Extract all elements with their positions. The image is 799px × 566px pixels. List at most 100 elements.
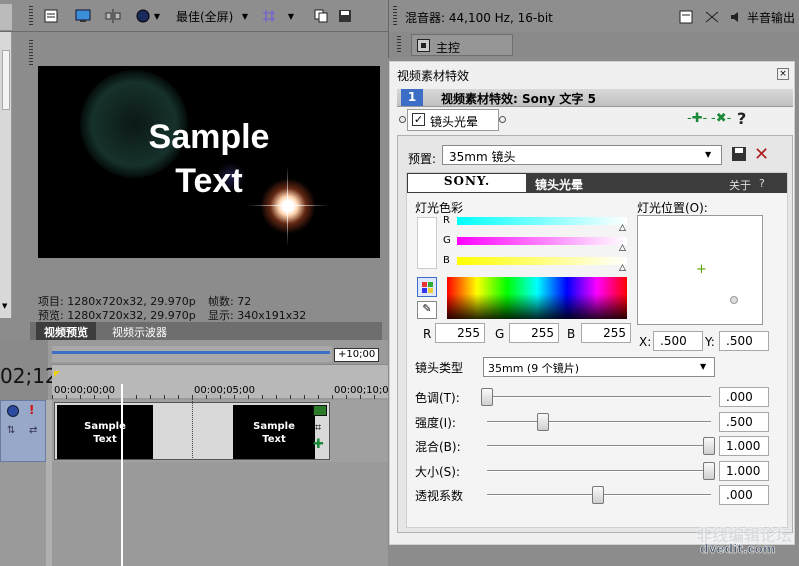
y-value-field[interactable]: .500 <box>719 331 769 351</box>
x-label: X: <box>639 335 652 349</box>
preview-info: 项目: 1280x720x32, 29.970p 帧数: 72 预览: 1280… <box>30 292 382 322</box>
slider-marker[interactable]: △ <box>619 223 626 233</box>
slider-thumb[interactable] <box>592 486 604 504</box>
plugin-chain-icon[interactable]: -✚- <box>687 111 707 126</box>
preview-tabbar: 视频预览 视频示波器 <box>30 322 382 340</box>
overlays-icon[interactable] <box>134 7 152 25</box>
time-ruler[interactable]: 00:00;00;00 00:00;05;00 00:00;10;0 <box>52 364 389 399</box>
plugin-enable-checkbox[interactable]: ✓ <box>412 113 425 126</box>
param-slider-size[interactable] <box>487 469 711 472</box>
g-label: G <box>495 327 505 341</box>
param-value-blend[interactable]: 1.000 <box>719 436 769 456</box>
g-value-field[interactable]: 255 <box>509 323 559 343</box>
video-preview: Sample Text <box>38 66 380 258</box>
lens-type-dropdown[interactable]: 35mm (9 个镜片) ▼ <box>483 357 715 377</box>
help-icon[interactable]: ? <box>737 109 746 128</box>
chevron-down-icon[interactable]: ▼ <box>286 7 296 25</box>
plugin-tab-lens-flare[interactable]: ✓ 镜头光晕 <box>407 109 499 131</box>
param-slider-blend[interactable] <box>487 445 711 447</box>
remove-plugin-icon[interactable]: -✖- <box>711 111 731 126</box>
fx-chain-header: 1 视频素材特效: Sony 文字 5 <box>397 89 793 107</box>
param-value-hue[interactable]: .000 <box>719 387 769 407</box>
red-channel-bar[interactable] <box>457 217 627 225</box>
slider-marker[interactable]: △ <box>619 243 626 253</box>
param-label-intensity: 强度(I): <box>415 415 456 430</box>
watermark-logo: 非线编辑论坛 dvedit.com <box>695 526 793 557</box>
param-value-size[interactable]: 1.000 <box>719 460 769 481</box>
chevron-down-icon[interactable]: ▼ <box>152 7 162 25</box>
loop-region-bar[interactable] <box>52 346 332 362</box>
chain-title: 视频素材特效: Sony 文字 5 <box>441 92 596 106</box>
chevron-down-icon[interactable]: ▼ <box>240 7 250 25</box>
event-fx-icon[interactable] <box>313 405 327 416</box>
lens-flare-panel: SONY. 镜头光晕 关于 ? 灯光色彩 灯光位置(O): R △ G △ B … <box>406 172 788 528</box>
preset-dropdown[interactable]: 35mm 镜头 ▼ <box>442 145 722 165</box>
param-slider-intensity[interactable] <box>487 420 711 423</box>
eyedropper-icon[interactable]: ✎ <box>417 301 437 319</box>
green-channel-bar[interactable] <box>457 237 627 245</box>
slider-thumb[interactable] <box>481 388 493 406</box>
preset-label: 预置: <box>408 152 437 166</box>
about-link[interactable]: 关于 <box>729 177 751 193</box>
tab-video-preview[interactable]: 视频预览 <box>36 322 96 340</box>
expand-icon[interactable]: ⇅ <box>7 425 15 436</box>
quality-dropdown[interactable]: 最佳(全屏) <box>176 8 233 25</box>
x-value-field[interactable]: .500 <box>653 331 703 351</box>
param-value-intensity[interactable]: .500 <box>719 411 769 432</box>
copy-snapshot-icon[interactable] <box>312 7 330 25</box>
timecode-text: 02;12 <box>0 364 58 388</box>
sony-logo: SONY. <box>408 174 526 192</box>
help-icon[interactable]: ? <box>759 177 765 190</box>
marker-flag[interactable] <box>54 371 60 377</box>
left-scrollbar[interactable]: ▼ <box>0 32 12 318</box>
color-palette-icon[interactable] <box>417 277 437 297</box>
color-spectrum[interactable] <box>447 277 627 319</box>
light-handle[interactable] <box>730 296 738 304</box>
grid-icon[interactable] <box>260 7 278 25</box>
slider-thumb[interactable] <box>703 461 715 480</box>
track-header[interactable]: ! ⇅ ⇄ <box>0 400 46 462</box>
b-label: B <box>567 327 576 341</box>
blue-channel-bar[interactable] <box>457 257 627 265</box>
tab-video-scopes[interactable]: 视频示波器 <box>108 322 171 340</box>
half-output-label[interactable]: 半音输出 <box>747 9 795 26</box>
slider-thumb[interactable] <box>703 437 715 455</box>
close-icon[interactable]: × <box>777 68 789 80</box>
r-value-field[interactable]: 255 <box>435 323 485 343</box>
save-preset-icon[interactable] <box>732 147 746 161</box>
playhead-cursor[interactable] <box>121 384 123 566</box>
b-value-field[interactable]: 255 <box>581 323 631 343</box>
compositing-icon[interactable]: ⇄ <box>29 425 37 436</box>
delete-preset-icon[interactable]: ✕ <box>754 144 769 165</box>
preview-sample-text: Sample <box>148 118 270 156</box>
split-screen-icon[interactable] <box>104 7 122 25</box>
timecode-display: 02;12 <box>0 340 58 400</box>
param-slider-hue[interactable] <box>487 396 711 398</box>
master-bus[interactable]: 主控 <box>411 34 513 56</box>
slider-thumb[interactable] <box>537 412 549 431</box>
master-icon <box>417 39 430 52</box>
r-label: R <box>423 327 432 341</box>
plugin-name: 镜头光晕 <box>430 115 479 129</box>
plugin-body: 预置: 35mm 镜头 ▼ ✕ SONY. 镜头光晕 关于 ? 灯光色彩 灯光位… <box>397 135 793 533</box>
clip-sample-text: Text <box>93 434 117 445</box>
solo-icon[interactable]: ! <box>29 403 34 417</box>
plugin-chain-icon[interactable]: ✚ <box>313 437 324 452</box>
mute-icon[interactable] <box>7 405 19 417</box>
save-snapshot-icon[interactable] <box>336 7 354 25</box>
preview-toolbar: ▼ 最佳(全屏) ▼ ▼ <box>0 0 388 32</box>
param-value-perspective[interactable]: .000 <box>719 485 769 505</box>
slider-marker[interactable]: △ <box>619 263 626 273</box>
crop-icon[interactable]: ⌗ <box>315 421 321 435</box>
plugin-header-bar: SONY. 镜头光晕 关于 ? <box>407 173 787 193</box>
monitor-icon[interactable] <box>74 7 92 25</box>
light-position-pad[interactable]: + <box>637 215 763 325</box>
light-color-label: 灯光色彩 <box>415 201 464 215</box>
speaker-icon[interactable] <box>727 8 745 26</box>
properties-icon[interactable] <box>42 7 60 25</box>
color-swatch[interactable] <box>417 217 437 269</box>
channel-label: G <box>443 235 451 246</box>
downmix-icon[interactable] <box>703 8 721 26</box>
properties-icon[interactable] <box>677 8 695 26</box>
info-preview: 预览: 1280x720x32, 29.970p <box>38 309 196 322</box>
